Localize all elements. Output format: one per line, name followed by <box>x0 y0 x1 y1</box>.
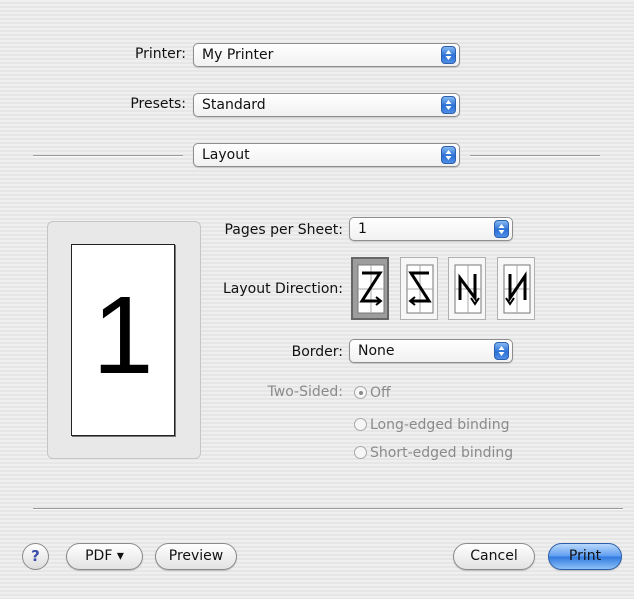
layout-direction-z-right-left-button[interactable] <box>400 257 438 320</box>
two-sided-long-edge-radio[interactable]: Long-edged binding <box>354 417 509 433</box>
two-sided-off-label: Off <box>370 385 391 401</box>
help-button[interactable]: ? <box>22 543 49 570</box>
border-select-value: None <box>358 343 395 359</box>
two-sided-long-edge-label: Long-edged binding <box>370 417 510 433</box>
select-arrows-icon <box>441 46 456 64</box>
layout-direction-z-left-right-button[interactable] <box>351 257 389 320</box>
pages-per-sheet-label: Pages per Sheet: <box>224 222 343 238</box>
two-sided-off-radio[interactable]: Off <box>354 385 391 401</box>
radio-unselected-icon <box>354 446 367 459</box>
z-left-right-icon <box>357 264 385 314</box>
pages-per-sheet-select[interactable]: 1 <box>349 217 513 241</box>
select-arrows-icon <box>441 96 456 114</box>
layout-direction-n-top-bottom-left-button[interactable] <box>448 257 486 320</box>
print-button[interactable]: Print <box>548 543 622 570</box>
two-sided-short-edge-label: Short-edged binding <box>370 445 514 461</box>
separator-line <box>33 155 183 156</box>
preview-sheet: 1 <box>71 244 175 436</box>
printer-select[interactable]: My Printer <box>193 43 460 67</box>
two-sided-label: Two-Sided: <box>267 384 343 400</box>
pages-per-sheet-value: 1 <box>358 221 367 237</box>
layout-direction-label: Layout Direction: <box>222 281 343 297</box>
presets-label: Presets: <box>130 96 186 112</box>
separator-line <box>33 508 623 509</box>
preview-page-number: 1 <box>92 274 154 397</box>
panel-select[interactable]: Layout <box>193 143 460 167</box>
pdf-menu-button[interactable]: PDF ▾ <box>66 543 143 570</box>
border-select[interactable]: None <box>349 339 513 363</box>
radio-selected-icon <box>354 386 367 399</box>
panel-select-value: Layout <box>202 147 250 163</box>
n-top-bottom-left-icon <box>454 264 482 314</box>
two-sided-short-edge-radio[interactable]: Short-edged binding <box>354 445 513 461</box>
preview-button[interactable]: Preview <box>155 543 237 570</box>
printer-label: Printer: <box>134 46 186 62</box>
select-arrows-icon <box>441 146 456 164</box>
select-arrows-icon <box>494 342 509 360</box>
radio-unselected-icon <box>354 418 367 431</box>
printer-select-value: My Printer <box>202 47 274 63</box>
cancel-button[interactable]: Cancel <box>453 543 535 570</box>
separator-line <box>470 155 600 156</box>
border-label: Border: <box>291 344 343 360</box>
presets-select-value: Standard <box>202 97 266 113</box>
presets-select[interactable]: Standard <box>193 93 460 117</box>
z-right-left-icon <box>406 264 434 314</box>
layout-direction-n-top-bottom-right-button[interactable] <box>497 257 535 320</box>
layout-preview: 1 <box>47 221 201 459</box>
select-arrows-icon <box>494 220 509 238</box>
n-top-bottom-right-icon <box>503 264 531 314</box>
